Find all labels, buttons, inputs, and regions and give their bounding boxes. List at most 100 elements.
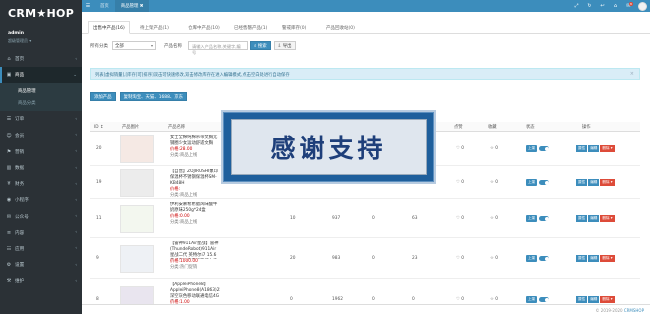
delete-button[interactable]: 删除 ▾ [600,296,615,303]
add-product-button[interactable]: 添加产品 [90,92,116,101]
product-name[interactable]: 伊利安慕希希腊风味酸牛奶原味250g*24盒 [170,202,220,214]
sidebar-item-settings[interactable]: ⚙ 设置 ‹ [0,257,82,273]
tab-sold-out[interactable]: 已经售罄产品(1) [230,21,271,34]
sidebar-item-miniapp[interactable]: ◉ 小程序 ‹ [0,192,82,208]
product-name[interactable]: 女士全棉纯棉吊带文胸无钢圈少女运动舒适文胸 [170,135,220,147]
tab-product-management[interactable]: 商品管理 ✖ [114,0,150,12]
likes-value: 0 [461,180,464,185]
stock-value[interactable]: 0 [372,297,375,302]
stock-value[interactable]: 0 [372,256,375,261]
virtual-sales-value: 63 [412,216,418,221]
sidebar-item-app[interactable]: ☷ 应用 ‹ [0,241,82,257]
attribute-button[interactable]: 属性 [576,179,588,186]
thanks-overlay-banner: 感谢支持 [221,110,436,184]
sales-value[interactable]: 937 [332,216,340,221]
row-actions: 属性 编辑 删除 ▾ [576,179,615,186]
category-select[interactable]: 全部 [112,41,156,50]
attribute-button[interactable]: 属性 [576,145,588,152]
tab-on-sale[interactable]: 出售中产品(16) [88,21,130,34]
search-button[interactable]: ⌕ 搜索 [250,41,271,50]
bell-icon[interactable]: ✉ 8 [622,0,635,12]
user-role[interactable]: 超级管理员 ▾ [8,38,82,44]
finance-icon: ¥ [7,181,11,188]
sidebar-item-order[interactable]: ☰ 订单 ‹ [0,111,82,127]
menu-toggle-icon[interactable]: ☰ [82,0,94,12]
export-button[interactable]: ⇩ 导出 [273,41,296,50]
back-icon[interactable]: ↩ [596,0,609,12]
status-switch[interactable]: 上架 [526,255,550,262]
sidebar-item-shop[interactable]: ▣ 商品 ⌄ [0,67,82,84]
attribute-button[interactable]: 属性 [576,255,588,262]
sidebar-item-data[interactable]: ▥ 数据 ‹ [0,160,82,176]
attribute-button[interactable]: 属性 [576,215,588,222]
alert-text: 列表[虚拟销量],[库存]可[排序]双击可快速修改,双击修改库存在进入编辑模式,… [95,73,290,78]
tab-stock-alert[interactable]: 警戒库存(0) [278,21,310,34]
sidebar-item-member[interactable]: ☺ 会员 ‹ [0,128,82,144]
footer-brand[interactable]: CRMSHOP [624,308,644,313]
submenu-item-product-management[interactable]: 商品管理 [0,85,82,97]
chevron-down-icon: ⌄ [73,72,77,78]
status-toggle[interactable] [539,146,550,151]
sidebar-item-home[interactable]: ⌂ 首页 ‹ [0,51,82,67]
col-id[interactable]: ID ↕ [94,122,104,132]
fullscreen-icon[interactable]: ⤢ [570,0,583,12]
page-footer: © 2019-2020 CRMSHOP [82,304,650,314]
product-name[interactable]: 【雷神911Air星战】雷神(ThundeRobot)911Air星战二代 英特… [170,241,220,259]
delete-button[interactable]: 删除 ▾ [600,255,615,262]
status-switch[interactable]: 上架 [526,179,550,186]
delete-button[interactable]: 删除 ▾ [600,215,615,222]
delete-button[interactable]: 删除 ▾ [600,179,615,186]
favs-cell: ☆ 0 [490,146,498,151]
status-toggle[interactable] [539,180,550,185]
tab-home[interactable]: 首页 [94,0,115,12]
top-nav-bar: ☰ 首页 商品管理 ✖ ⤢ ↻ ↩ ⌂ ✉ 8 [82,0,650,12]
stock-value[interactable]: 0 [372,216,375,221]
search-input[interactable]: 请输入产品名称,关键字,编号 [188,41,248,55]
sidebar-item-content[interactable]: ≡ 内容 ‹ [0,225,82,241]
product-category: 分类:商品上线 [170,220,198,225]
sidebar-item-marketing[interactable]: ⚑ 营销 ‹ [0,144,82,160]
chevron-left-icon: ‹ [75,214,77,220]
status-toggle[interactable] [539,216,550,221]
status-switch[interactable]: 上架 [526,296,550,303]
copy-product-button[interactable]: 复制淘宝、天猫、1688、京东 [119,92,188,101]
order-icon: ☰ [6,116,12,123]
chevron-left-icon: ‹ [75,230,77,236]
edit-button[interactable]: 编辑 [588,255,600,262]
sidebar-item-maintain[interactable]: ⚒ 维护 ‹ [0,273,82,289]
edit-button[interactable]: 编辑 [588,145,600,152]
home-icon[interactable]: ⌂ [609,0,622,12]
edit-button[interactable]: 编辑 [588,179,600,186]
sidebar-item-label: 设置 [15,263,25,269]
copyright-text: © 2019-2020 [595,308,624,313]
sales-value[interactable]: 1962 [332,297,343,302]
avatar[interactable] [638,1,647,11]
tab-recycle-bin[interactable]: 产品回收站(0) [322,21,359,34]
star-icon: ☆ [490,297,494,302]
edit-button[interactable]: 编辑 [588,296,600,303]
submenu-item-product-category[interactable]: 商品分类 [0,97,82,109]
product-name[interactable]: 【AppleiPhone8】AppleiPhone8(A1863)256GB深空… [170,282,220,300]
sidebar-item-finance[interactable]: ¥ 财务 ‹ [0,176,82,192]
likes-value: 0 [461,216,464,221]
likes-value: 0 [461,146,464,151]
edit-button[interactable]: 编辑 [588,215,600,222]
tab-warehouse[interactable]: 仓库中产品(10) [184,21,224,34]
chevron-left-icon: ‹ [75,116,77,122]
refresh-icon[interactable]: ↻ [583,0,596,12]
status-toggle[interactable] [539,256,550,261]
chevron-left-icon: ‹ [75,181,77,187]
status-switch[interactable]: 上架 [526,145,550,152]
close-icon[interactable]: × [630,71,634,77]
sales-value[interactable]: 983 [332,256,340,261]
row-id: 19 [96,180,102,185]
chevron-left-icon: ‹ [75,246,77,252]
favs-value: 0 [495,297,498,302]
sidebar-item-wechat[interactable]: ✉ 公众号 ‹ [0,209,82,225]
delete-button[interactable]: 删除 ▾ [600,145,615,152]
product-name[interactable]: 【自营】ZOJIRUSHI象印保温杯不锈钢保温杯SM-KB48H [170,169,220,187]
attribute-button[interactable]: 属性 [576,296,588,303]
status-switch[interactable]: 上架 [526,215,550,222]
status-toggle[interactable] [539,297,550,302]
tab-pending[interactable]: 待上架产品(1) [136,21,173,34]
